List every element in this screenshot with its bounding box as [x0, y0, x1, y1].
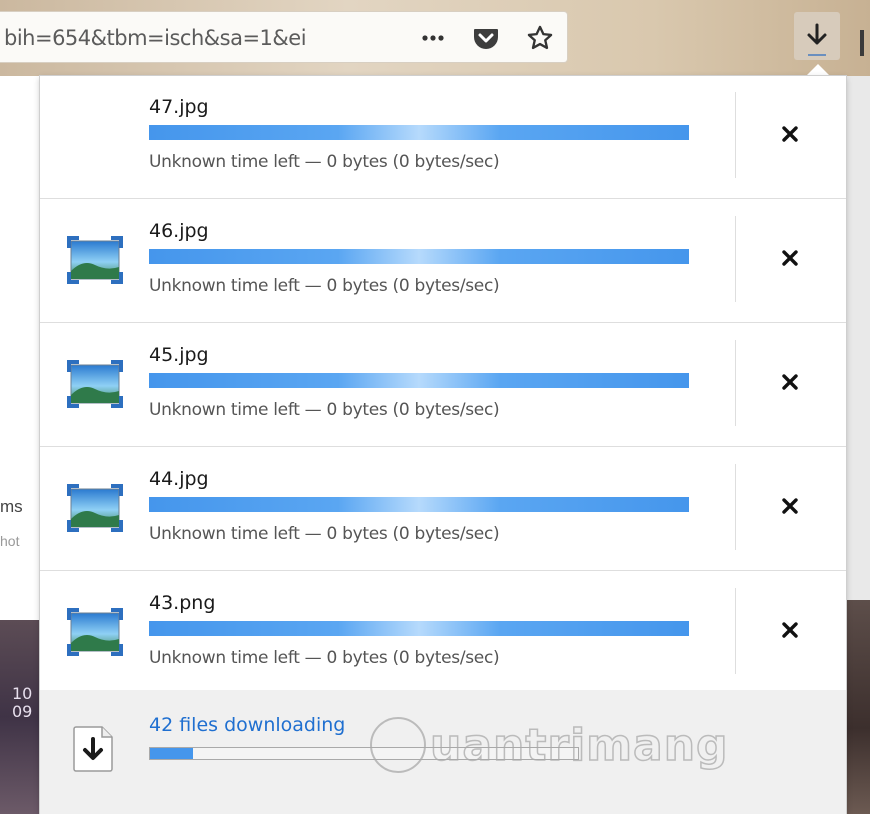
separator	[735, 588, 736, 674]
background-number: 09	[12, 702, 33, 721]
download-progress-bar	[149, 373, 689, 388]
download-progress-bar	[149, 249, 689, 264]
download-status: Unknown time left — 0 bytes (0 bytes/sec…	[149, 276, 500, 296]
pocket-icon[interactable]	[470, 20, 502, 56]
url-fade	[322, 16, 364, 58]
download-file-icon	[70, 725, 116, 773]
cancel-download-button[interactable]	[774, 120, 806, 152]
background-number: 10	[12, 684, 33, 703]
watermark-logo: uantrimang	[370, 700, 790, 790]
background-right-panel	[846, 76, 870, 600]
download-filename: 46.jpg	[149, 220, 209, 242]
download-progress-bar	[149, 125, 689, 140]
download-status: Unknown time left — 0 bytes (0 bytes/sec…	[149, 524, 500, 544]
download-filename: 43.png	[149, 592, 216, 614]
toolbar-edge-icon	[860, 30, 864, 56]
files-downloading-label[interactable]: 42 files downloading	[149, 714, 345, 736]
close-icon[interactable]	[781, 125, 799, 148]
background-text: hot	[0, 533, 20, 549]
cancel-download-button[interactable]	[774, 368, 806, 400]
download-arrow-icon	[807, 23, 827, 45]
image-file-icon	[66, 483, 124, 533]
download-filename: 45.jpg	[149, 344, 209, 366]
download-status: Unknown time left — 0 bytes (0 bytes/sec…	[149, 648, 500, 668]
close-icon[interactable]	[781, 621, 799, 644]
download-status: Unknown time left — 0 bytes (0 bytes/sec…	[149, 152, 500, 172]
cancel-download-button[interactable]	[774, 244, 806, 276]
cancel-download-button[interactable]	[774, 492, 806, 524]
overall-progress-fill	[150, 748, 193, 759]
image-file-icon	[66, 359, 124, 409]
background-dark-image	[846, 600, 870, 814]
cancel-download-button[interactable]	[774, 616, 806, 648]
background-left-image: 10 09	[0, 620, 42, 814]
downloads-toolbar-button[interactable]	[794, 12, 840, 60]
panel-arrow	[806, 64, 830, 76]
background-text: ms	[0, 497, 23, 516]
separator	[735, 92, 736, 178]
close-icon[interactable]	[781, 497, 799, 520]
download-filename: 44.jpg	[149, 468, 209, 490]
image-file-icon	[66, 235, 124, 285]
download-item[interactable]: 47.jpg Unknown time left — 0 bytes (0 by…	[40, 76, 846, 199]
download-item[interactable]: 43.png Unknown time left — 0 bytes (0 by…	[40, 572, 846, 695]
lightbulb-icon	[370, 717, 426, 773]
watermark-text: uantrimang	[429, 719, 729, 772]
download-status: Unknown time left — 0 bytes (0 bytes/sec…	[149, 400, 500, 420]
separator	[735, 340, 736, 426]
download-progress-bar	[149, 621, 689, 636]
url-text[interactable]: bih=654&tbm=isch&sa=1&ei	[4, 26, 360, 50]
downloads-progress-indicator	[808, 54, 826, 56]
separator	[735, 464, 736, 550]
download-item[interactable]: 44.jpg Unknown time left — 0 bytes (0 by…	[40, 448, 846, 571]
close-icon[interactable]	[781, 373, 799, 396]
download-filename: 47.jpg	[149, 96, 209, 118]
separator	[735, 216, 736, 302]
image-file-icon	[66, 607, 124, 657]
star-icon[interactable]	[524, 20, 556, 56]
download-item[interactable]: 45.jpg Unknown time left — 0 bytes (0 by…	[40, 324, 846, 447]
download-progress-bar	[149, 497, 689, 512]
close-icon[interactable]	[781, 249, 799, 272]
url-bar[interactable]: bih=654&tbm=isch&sa=1&ei	[0, 11, 568, 63]
more-dots-icon[interactable]	[418, 20, 448, 56]
download-item[interactable]: 46.jpg Unknown time left — 0 bytes (0 by…	[40, 200, 846, 323]
